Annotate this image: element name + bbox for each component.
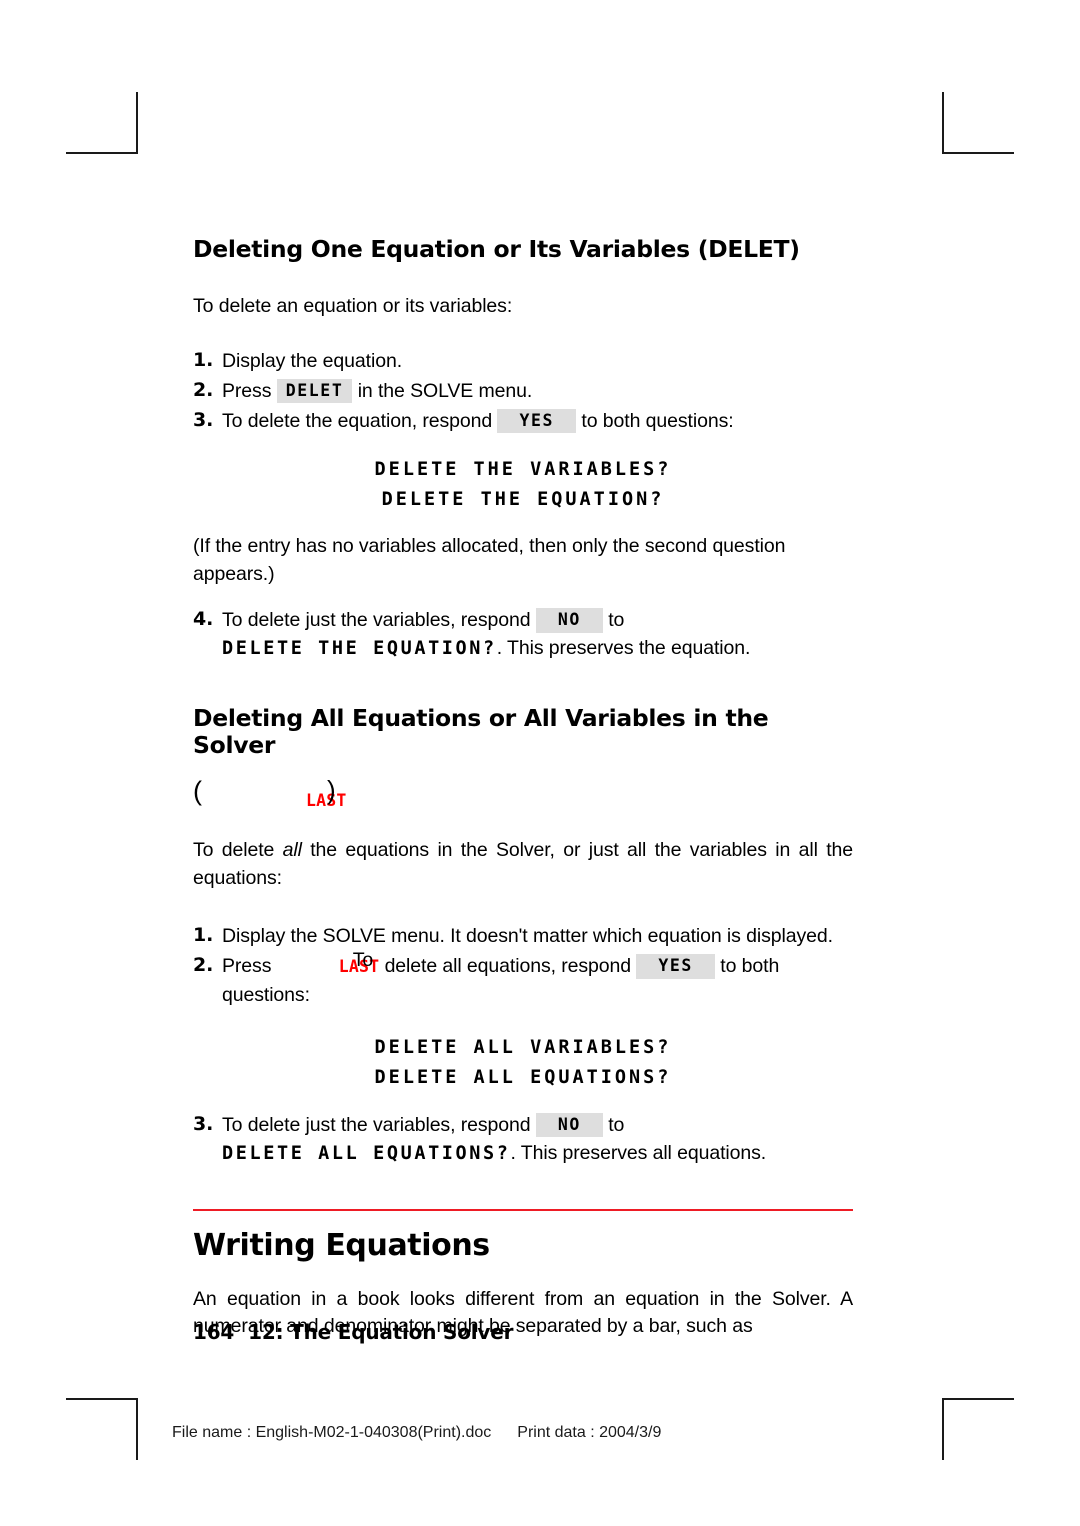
step-tail-text: . This preserves the equation. xyxy=(496,637,751,660)
step-tail-text: . This preserves all equations. xyxy=(510,1141,767,1164)
step-text-pre: To delete just the variables, respond xyxy=(222,609,531,632)
crop-mark-bottom-right xyxy=(942,1398,1014,1460)
intro-before-italic: To delete xyxy=(193,838,283,861)
step-number: 1. xyxy=(193,924,214,947)
intro-italic-all: all xyxy=(282,838,302,861)
print-metadata: File name : English-M02-1-040308(Print).… xyxy=(172,1424,661,1442)
step-text-pre: Press xyxy=(222,955,272,978)
lcd-prompt-delete-all-equations: DELETE ALL EQUATIONS? xyxy=(374,1066,672,1088)
section-heading-delete-one: Deleting One Equation or Its Variables (… xyxy=(193,235,800,263)
step-item: 1. Display the SOLVE menu. It doesn't ma… xyxy=(193,922,853,950)
paren-open-text: ( xyxy=(193,775,202,806)
step-text-pre: To delete just the variables, respond xyxy=(222,1113,531,1136)
note-paragraph-delete-one: (If the entry has no variables allocated… xyxy=(193,534,786,585)
file-name-label: File name : English-M02-1-040308(Print).… xyxy=(172,1424,492,1441)
lcd-inline-delete-equation: DELETE THE EQUATION? xyxy=(222,638,497,660)
step-number: 2. xyxy=(193,378,214,401)
lcd-inline-delete-all-equations: DELETE ALL EQUATIONS? xyxy=(222,1142,511,1164)
key-label-last-overlap[interactable]: LAST To xyxy=(339,949,380,980)
steps-list-delete-one-cont: 4. To delete just the variables, respond… xyxy=(193,606,853,663)
intro-paragraph-delete-all: To delete all the equations in the Solve… xyxy=(193,837,853,892)
step-text-mid: delete all equations, respond xyxy=(384,955,632,978)
step-number: 4. xyxy=(193,608,214,631)
step-text-pre: To delete the equation, respond xyxy=(222,409,493,432)
crop-mark-bottom-left xyxy=(66,1398,138,1460)
page-content: Deleting One Equation or Its Variables (… xyxy=(193,235,853,1341)
step-item: 2. Press DELET in the SOLVE menu. xyxy=(193,377,853,405)
lcd-prompt-delete-all-variables: DELETE ALL VARIABLES? xyxy=(374,1036,672,1058)
step-number: 3. xyxy=(193,1112,214,1135)
section-heading-writing-equations: Writing Equations xyxy=(193,1228,490,1264)
key-label-last-cluster[interactable]: LAST ) xyxy=(306,776,347,813)
section-heading-delete-all: Deleting All Equations or All Variables … xyxy=(193,703,769,759)
step-text: Display the SOLVE menu. It doesn't matte… xyxy=(222,925,833,948)
step-text-post: in the SOLVE menu. xyxy=(357,379,533,402)
key-label-no[interactable]: NO xyxy=(535,608,603,633)
step-text: Display the equation. xyxy=(222,349,403,372)
page-footer: 164 12: The Equation Solver xyxy=(193,1320,513,1344)
key-label-no[interactable]: NO xyxy=(535,1112,603,1137)
step-text-post: to both questions: xyxy=(581,409,734,432)
step-number: 3. xyxy=(193,408,214,431)
overlap-word-to: To xyxy=(352,949,374,972)
step-item: 3. To delete the equation, respond YES t… xyxy=(193,407,853,435)
step-text-post: to xyxy=(608,609,625,632)
steps-list-delete-one: 1. Display the equation. 2. Press DELET … xyxy=(193,347,853,435)
lcd-prompt-delete-equation: DELETE THE EQUATION? xyxy=(381,488,665,510)
steps-list-delete-all: 1. Display the SOLVE menu. It doesn't ma… xyxy=(193,922,853,1008)
step-item: 4. To delete just the variables, respond… xyxy=(193,606,853,663)
step-number: 1. xyxy=(193,348,214,371)
steps-list-delete-all-cont: 3. To delete just the variables, respond… xyxy=(193,1111,853,1168)
key-sequence-last-line: ( LAST ) xyxy=(193,775,853,813)
step-number: 2. xyxy=(193,954,214,977)
chapter-label: 12: The Equation Solver xyxy=(248,1320,514,1344)
step-item: 3. To delete just the variables, respond… xyxy=(193,1111,853,1168)
page-number: 164 xyxy=(193,1320,235,1344)
crop-mark-top-left xyxy=(66,92,138,154)
print-date-label: Print data : 2004/3/9 xyxy=(517,1424,662,1441)
step-item: 1. Display the equation. xyxy=(193,347,853,375)
key-label-yes[interactable]: YES xyxy=(497,408,577,434)
lcd-prompt-delete-variables: DELETE THE VARIABLES? xyxy=(374,458,672,480)
key-label-delet[interactable]: DELET xyxy=(276,378,353,404)
paren-close-text: ) xyxy=(327,774,336,805)
intro-paragraph-delete-one: To delete an equation or its variables: xyxy=(193,295,513,318)
step-text-post: to xyxy=(608,1113,625,1136)
crop-mark-top-right xyxy=(942,92,1014,154)
step-item: 2. Press LAST To delete all equations, re… xyxy=(193,949,853,1008)
step-text-pre: Press xyxy=(222,379,272,402)
key-label-yes[interactable]: YES xyxy=(636,954,715,979)
